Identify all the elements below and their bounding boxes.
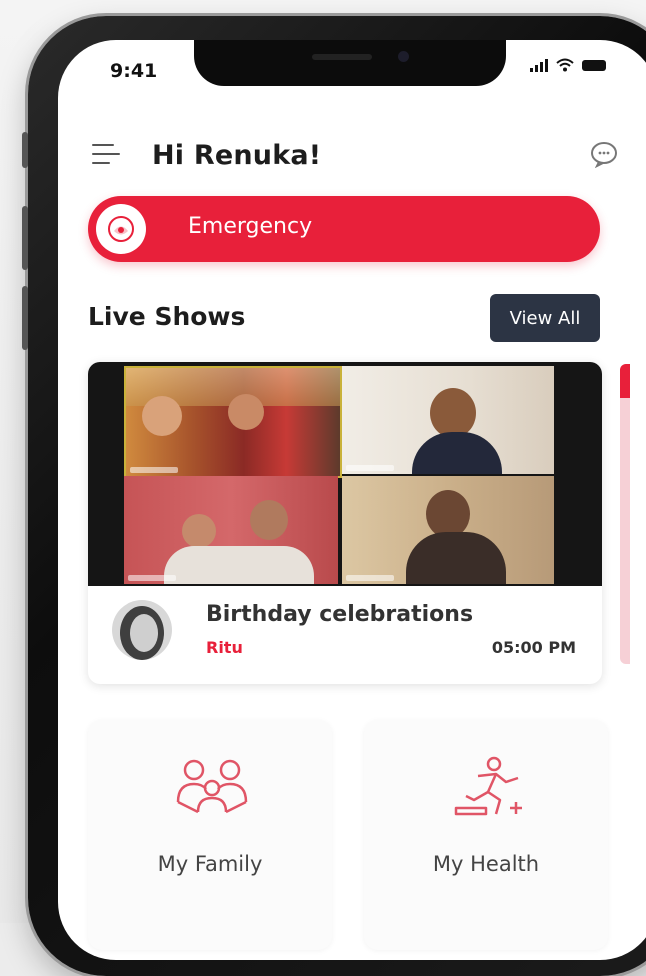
show-title: Birthday celebrations — [206, 602, 474, 627]
emergency-button[interactable]: Emergency — [88, 196, 600, 262]
exercise-icon — [454, 756, 522, 816]
video-call-thumbnail — [88, 362, 602, 586]
speaker — [312, 54, 372, 60]
family-icon — [176, 759, 248, 814]
my-family-tile[interactable]: My Family — [88, 720, 332, 950]
sos-icon — [96, 204, 146, 254]
video-tile — [124, 476, 338, 584]
mute-switch — [22, 132, 28, 168]
view-all-button[interactable]: View All — [490, 294, 600, 342]
front-camera — [398, 51, 409, 62]
feature-label: My Health — [432, 852, 540, 876]
status-icons — [530, 58, 606, 72]
battery-icon — [582, 59, 606, 71]
volume-up-button — [22, 206, 28, 270]
hamburger-menu-icon[interactable] — [92, 144, 122, 166]
live-show-card[interactable]: Birthday celebrations Ritu 05:00 PM — [88, 362, 602, 684]
signal-icon — [530, 58, 548, 72]
host-name: Ritu — [206, 638, 243, 657]
app-screen: 9:41 Hi Renuka! Emergency Live Shows Vie… — [58, 40, 646, 960]
emergency-label: Emergency — [188, 214, 313, 239]
feature-grid: My Family My Health — [58, 720, 646, 960]
video-tile — [342, 476, 554, 584]
my-health-tile[interactable]: My Health — [364, 720, 608, 950]
volume-down-button — [22, 286, 28, 350]
notch — [194, 40, 506, 86]
show-info: Birthday celebrations Ritu 05:00 PM — [88, 586, 602, 684]
status-time: 9:41 — [110, 60, 158, 82]
feature-label: My Family — [157, 852, 263, 876]
show-time: 05:00 PM — [491, 638, 576, 657]
avatar — [112, 600, 172, 660]
wifi-icon — [556, 58, 574, 72]
next-card-peek — [620, 364, 630, 664]
chat-icon[interactable] — [590, 140, 618, 168]
live-shows-title: Live Shows — [88, 302, 246, 331]
video-tile — [124, 366, 342, 478]
video-tile — [342, 366, 554, 474]
app-header: Hi Renuka! — [88, 136, 618, 176]
greeting-title: Hi Renuka! — [152, 140, 322, 171]
